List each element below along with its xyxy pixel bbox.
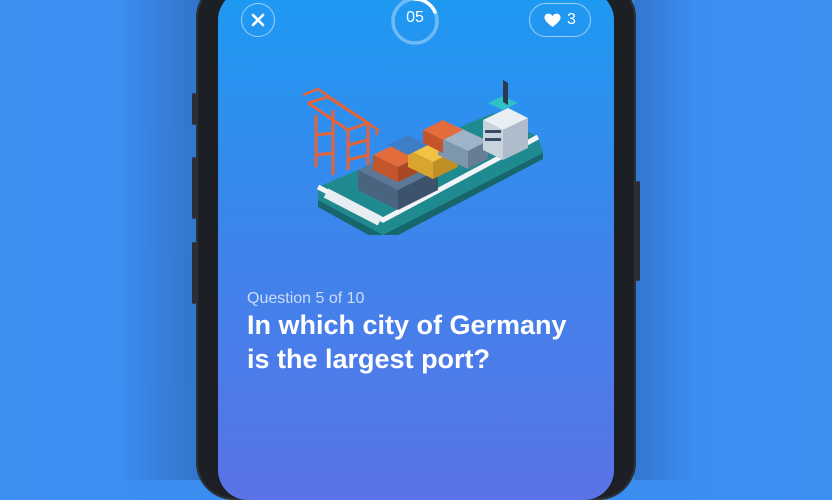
app-screen: 05 3 Question 5 of 10 In which city of G…	[218, 0, 614, 500]
background-shadow-left	[120, 0, 200, 480]
lives-count: 3	[567, 11, 576, 28]
countdown-timer: 05	[390, 0, 440, 46]
lives-badge[interactable]: 3	[529, 3, 591, 37]
quiz-header: 05 3	[218, 0, 614, 50]
power-button	[636, 181, 640, 281]
close-button[interactable]	[241, 3, 275, 37]
ship-bridge	[483, 80, 528, 160]
heart-icon	[544, 13, 561, 27]
background-shadow-right	[634, 0, 694, 480]
mute-switch	[192, 93, 196, 125]
volume-down-button	[192, 242, 196, 304]
volume-up-button	[192, 157, 196, 219]
close-icon	[251, 13, 265, 27]
question-text: In which city of Germany is the largest …	[247, 310, 567, 374]
timer-value: 05	[406, 9, 424, 26]
question-counter: Question 5 of 10	[247, 290, 365, 307]
port-crane	[302, 87, 380, 175]
cargo-ship-illustration	[302, 80, 543, 235]
